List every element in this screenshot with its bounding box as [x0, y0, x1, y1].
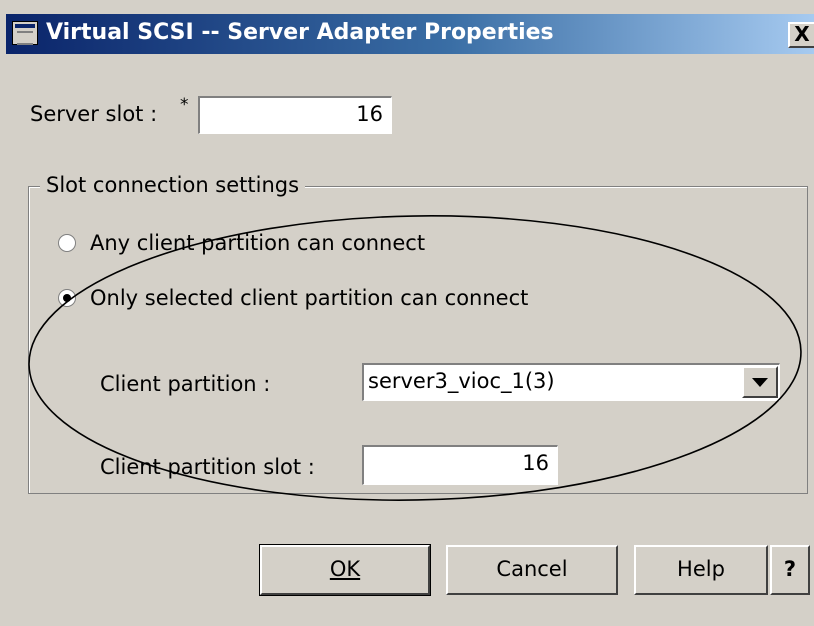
cancel-button[interactable]: Cancel — [446, 545, 618, 595]
context-help-button[interactable]: ? — [770, 545, 810, 595]
help-button[interactable]: Help — [634, 545, 768, 595]
client-partition-value: server3_vioc_1(3) — [368, 369, 555, 393]
client-partition-label: Client partition : — [100, 372, 271, 396]
client-partition-slot-label: Client partition slot : — [100, 455, 315, 479]
required-mark: * — [180, 95, 189, 115]
title-bar[interactable]: Virtual SCSI -- Server Adapter Propertie… — [6, 14, 814, 54]
dialog-window: Virtual SCSI -- Server Adapter Propertie… — [0, 0, 814, 626]
client-partition-slot-input[interactable]: 16 — [362, 445, 558, 485]
close-button[interactable]: X — [788, 22, 814, 48]
selected-client-label[interactable]: Only selected client partition can conne… — [90, 286, 528, 310]
server-slot-label: Server slot : — [30, 102, 158, 126]
group-legend: Slot connection settings — [40, 173, 306, 197]
client-partition-select[interactable]: server3_vioc_1(3) — [362, 363, 780, 401]
selected-client-radio[interactable] — [58, 289, 76, 307]
ok-label: OK — [329, 557, 361, 581]
chevron-down-icon[interactable] — [742, 366, 778, 398]
window-icon — [12, 21, 38, 45]
window-title: Virtual SCSI -- Server Adapter Propertie… — [46, 20, 554, 45]
any-client-radio[interactable] — [58, 234, 76, 252]
ok-button[interactable]: OK — [259, 544, 431, 596]
any-client-label[interactable]: Any client partition can connect — [90, 231, 425, 255]
server-slot-input[interactable]: 16 — [198, 96, 392, 134]
